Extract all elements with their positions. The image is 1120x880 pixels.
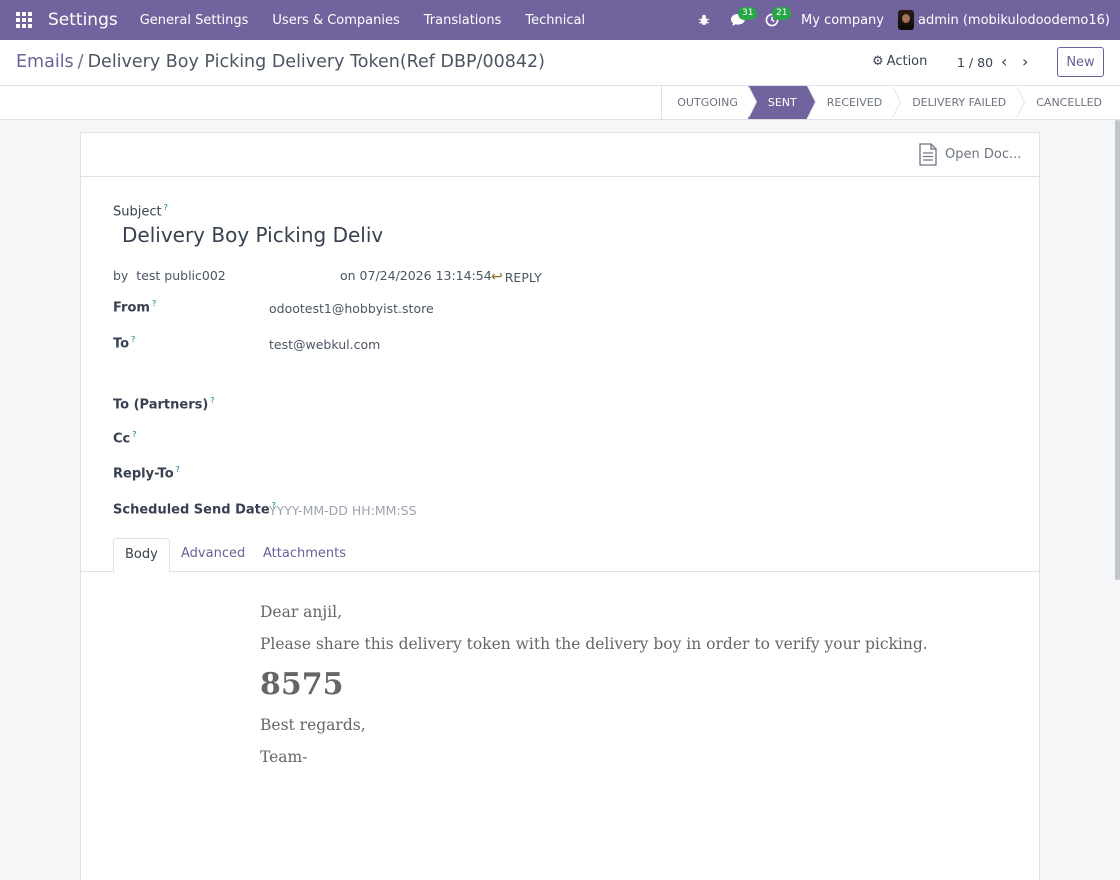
subject-field[interactable]: Delivery Boy Picking Delivery <box>122 223 382 247</box>
author-name: test public002 <box>136 268 226 283</box>
reply-label: REPLY <box>504 269 542 285</box>
menu-general-settings[interactable]: General Settings <box>128 13 261 28</box>
activities-count-badge: 21 <box>772 7 792 20</box>
avatar <box>898 10 914 30</box>
cc-label: Cc? <box>113 430 137 447</box>
form-sheet: Open Doc... Subject? Delivery Boy Pickin… <box>80 132 1040 880</box>
open-document-label: Open Doc... <box>945 147 1022 162</box>
stage-received[interactable]: RECEIVED <box>806 86 902 119</box>
send-date: on 07/24/2026 13:14:54 <box>340 268 492 283</box>
stage-outgoing[interactable]: OUTGOING <box>661 86 757 119</box>
breadcrumb-emails-link[interactable]: Emails <box>16 52 74 72</box>
pager-value[interactable]: 1 / 80 <box>957 55 993 70</box>
document-icon <box>919 143 937 166</box>
to-label: To? <box>113 335 136 352</box>
scheduled-send-date-label: Scheduled Send Date? <box>113 501 276 518</box>
user-menu[interactable]: admin (mobikulodoodemo16) <box>898 10 1120 30</box>
company-switcher[interactable]: My company <box>789 13 898 28</box>
scheduled-send-date-input[interactable]: YYYY-MM-DD HH:MM:SS <box>269 503 417 518</box>
top-navbar: Settings General Settings Users & Compan… <box>0 0 1120 40</box>
body-signature: Team- <box>260 748 308 766</box>
control-panel: Emails / Delivery Boy Picking Delivery Tok… <box>0 40 1120 86</box>
stage-cancelled[interactable]: CANCELLED <box>1016 86 1112 119</box>
messages-button[interactable]: 31 <box>721 0 758 40</box>
delivery-token: 8575 <box>260 667 344 702</box>
help-tooltip-icon[interactable]: ? <box>164 203 168 212</box>
gear-icon: ⚙ <box>872 54 884 69</box>
author-line: by test public002 <box>113 268 226 283</box>
to-field[interactable]: test@webkul.com <box>269 337 380 352</box>
help-tooltip-icon[interactable]: ? <box>176 465 180 474</box>
apps-menu-button[interactable] <box>0 0 48 40</box>
body-closing: Best regards, <box>260 716 366 734</box>
app-title[interactable]: Settings <box>48 10 128 30</box>
tab-attachments[interactable]: Attachments <box>252 538 357 572</box>
menu-translations[interactable]: Translations <box>412 13 514 28</box>
breadcrumb: Emails / Delivery Boy Picking Delivery Tok… <box>16 52 545 72</box>
stage-delivery-failed[interactable]: DELIVERY FAILED <box>892 86 1026 119</box>
button-box: Open Doc... <box>81 133 1039 177</box>
reply-icon: ↩ <box>491 269 503 285</box>
help-tooltip-icon[interactable]: ? <box>152 299 156 308</box>
open-document-button[interactable]: Open Doc... <box>919 143 1021 166</box>
tab-advanced[interactable]: Advanced <box>170 538 256 572</box>
body-greeting: Dear anjil, <box>260 603 343 621</box>
action-menu-button[interactable]: ⚙ Action <box>872 54 927 69</box>
status-bar: OUTGOING SENT RECEIVED DELIVERY FAILED C… <box>0 86 1120 120</box>
debug-button[interactable] <box>687 0 721 40</box>
chevron-right-icon[interactable]: › <box>1022 52 1028 71</box>
help-tooltip-icon[interactable]: ? <box>131 335 135 344</box>
to-partners-label: To (Partners)? <box>113 396 215 413</box>
menu-technical[interactable]: Technical <box>513 13 597 28</box>
body-message: Please share this delivery token with th… <box>260 635 928 653</box>
chevron-left-icon[interactable]: ‹ <box>1001 52 1007 71</box>
bug-icon <box>698 14 710 25</box>
from-label: From? <box>113 299 157 316</box>
tab-body[interactable]: Body <box>113 538 170 573</box>
subject-label: Subject? <box>113 203 168 220</box>
breadcrumb-separator: / <box>77 52 84 72</box>
reply-to-label: Reply-To? <box>113 465 180 482</box>
from-field[interactable]: odootest1@hobbyist.store <box>269 301 434 316</box>
reply-button[interactable]: ↩ REPLY <box>491 269 542 285</box>
notebook-tabs: Body Advanced Attachments <box>81 538 1039 573</box>
help-tooltip-icon[interactable]: ? <box>210 396 214 405</box>
action-label: Action <box>886 54 928 69</box>
page-scrollbar[interactable] <box>1115 120 1120 580</box>
breadcrumb-current: Delivery Boy Picking Delivery Token(Ref … <box>87 52 545 72</box>
help-tooltip-icon[interactable]: ? <box>132 430 136 439</box>
by-prefix: by <box>113 268 129 283</box>
user-name: admin (mobikulodoodemo16) <box>918 12 1110 28</box>
grid-icon <box>16 12 32 28</box>
activities-button[interactable]: 21 <box>755 0 792 40</box>
new-button[interactable]: New <box>1057 47 1104 77</box>
email-body[interactable]: Dear anjil, Please share this delivery t… <box>260 603 928 780</box>
menu-users-companies[interactable]: Users & Companies <box>260 13 411 28</box>
